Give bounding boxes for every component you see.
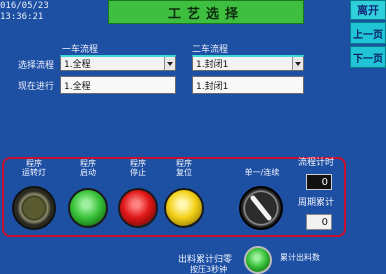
start-button[interactable] <box>68 188 108 228</box>
car1-process-selected: 1.全程 <box>64 60 91 70</box>
select-process-label: 选择流程 <box>18 61 55 71</box>
reset-label: 程序 复位 <box>176 159 192 177</box>
date-display: 016/05/23 <box>0 1 49 11</box>
chevron-down-icon[interactable] <box>292 57 303 70</box>
next-page-button[interactable]: 下一页 <box>350 46 386 68</box>
process-timer-label: 流程计时 <box>297 158 334 168</box>
mode-selector-label: 单一/连续 <box>244 168 280 177</box>
run-status-lamp <box>12 186 56 230</box>
cycle-total-value: 0 <box>306 214 332 230</box>
page-title: 工艺选择 <box>108 0 304 24</box>
reset-button[interactable] <box>164 188 204 228</box>
car1-process-select[interactable]: 1.全程 <box>60 55 176 71</box>
exit-button[interactable]: 离开 <box>350 0 386 20</box>
process-timer-value: 0 <box>306 174 332 190</box>
car1-process-label: 一车流程 <box>62 45 99 55</box>
current-process-label: 现在进行 <box>18 82 55 92</box>
car1-current-field: 1.全程 <box>60 76 176 94</box>
car2-process-select[interactable]: 1.封闭1 <box>192 55 304 71</box>
clear-hold-hint: 按压3秒钟 <box>190 265 228 274</box>
cycle-total-label: 周期累计 <box>297 198 334 208</box>
start-label: 程序 启动 <box>80 159 96 177</box>
selector-knob-icon <box>250 195 272 221</box>
run-lamp-label: 程序 运转灯 <box>22 159 46 177</box>
prev-page-button[interactable]: 上一页 <box>350 22 386 44</box>
mode-selector-switch[interactable] <box>239 186 283 230</box>
car2-current-field: 1.封闭1 <box>192 76 304 94</box>
total-output-label: 累计出料数 <box>280 253 320 262</box>
chevron-down-icon[interactable] <box>164 57 175 70</box>
stop-label: 程序 停止 <box>130 159 146 177</box>
time-display: 13:36:21 <box>0 12 44 22</box>
clear-total-button[interactable] <box>244 246 272 274</box>
stop-button[interactable] <box>118 188 158 228</box>
car2-process-label: 二车流程 <box>192 45 229 55</box>
car2-process-selected: 1.封闭1 <box>196 60 229 70</box>
